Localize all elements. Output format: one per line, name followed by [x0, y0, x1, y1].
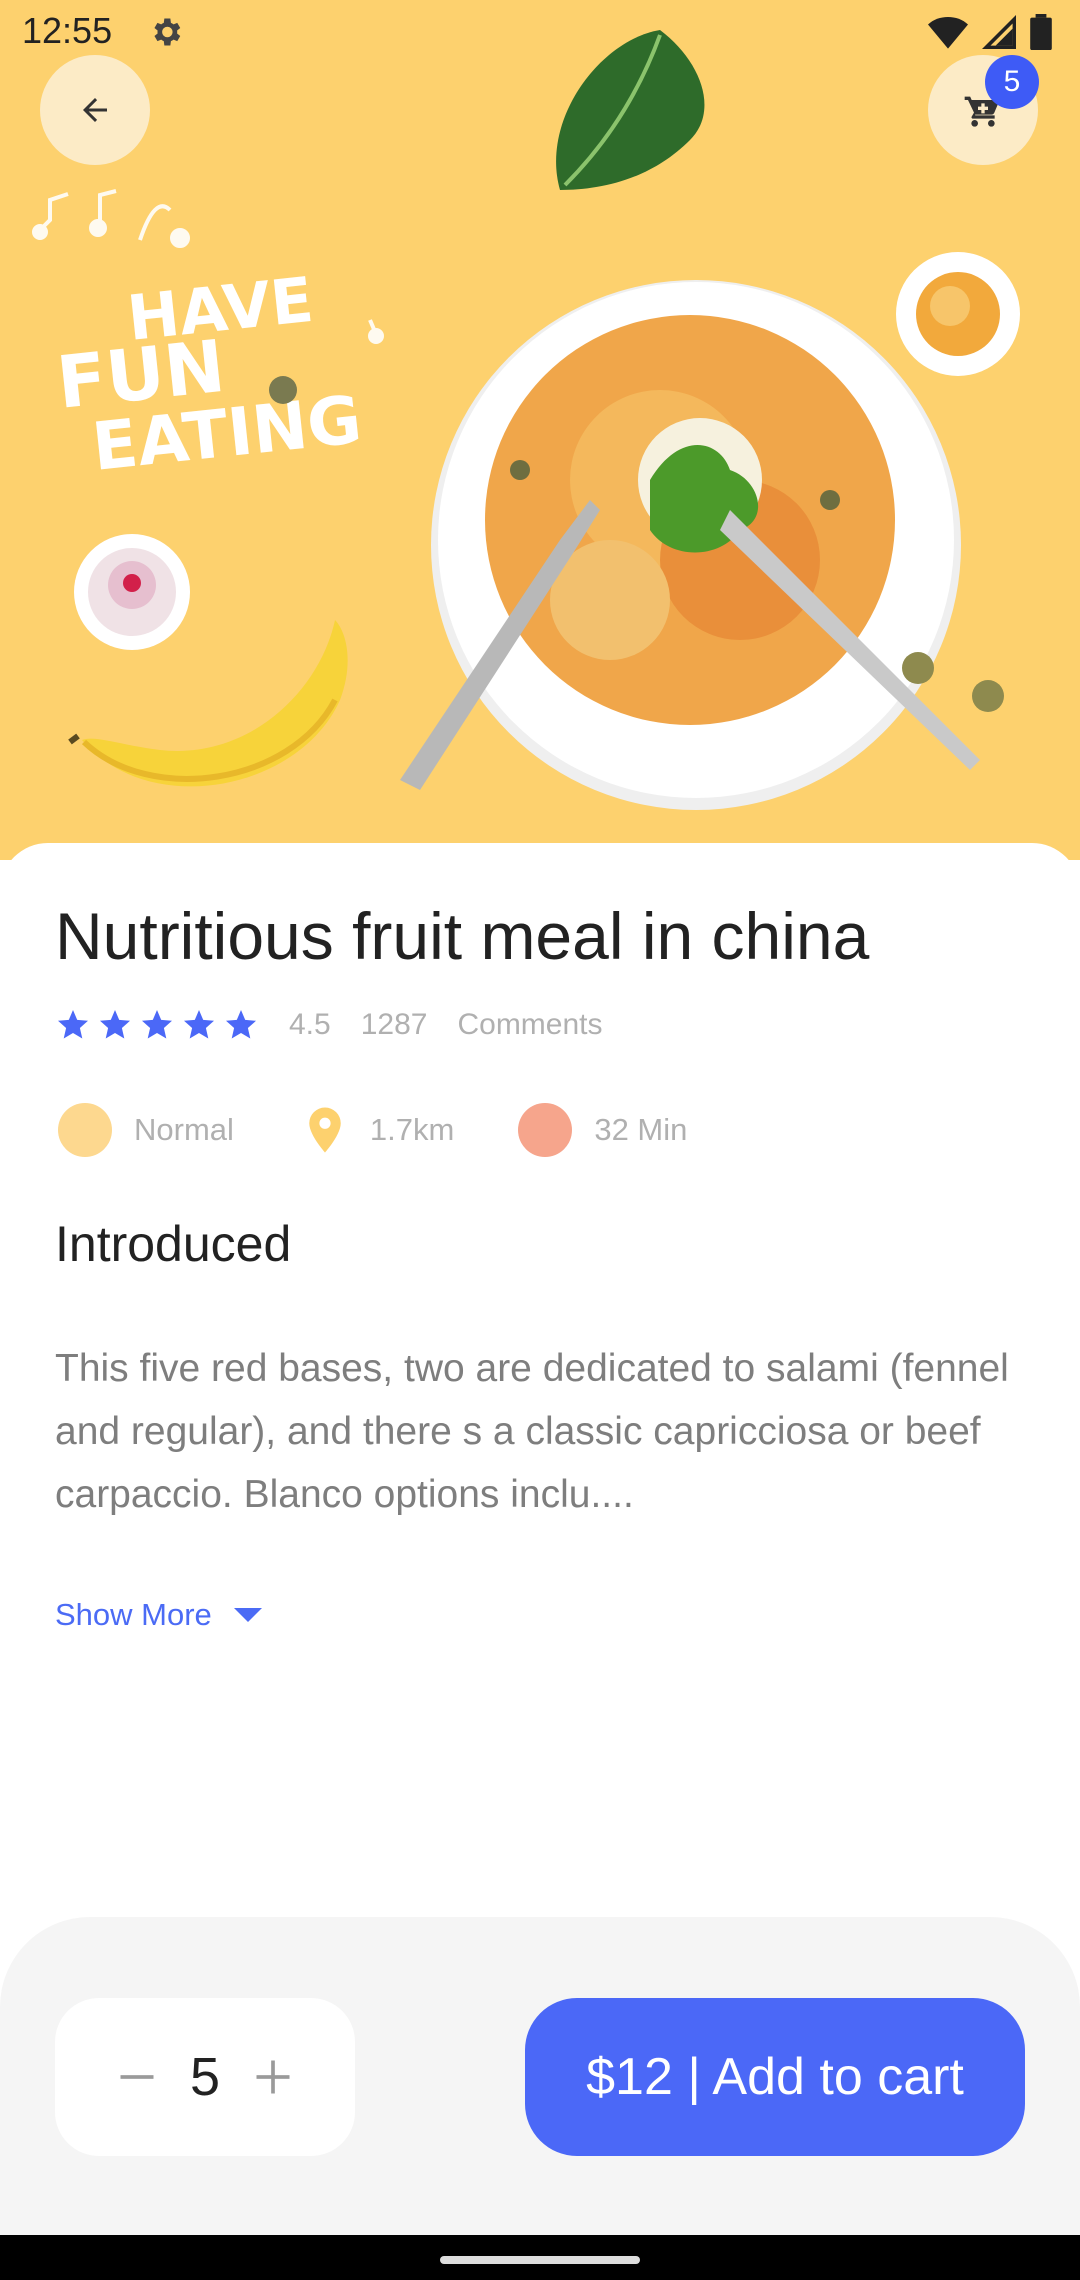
- comments-link[interactable]: Comments: [457, 1008, 602, 1042]
- distance-label: 1.7km: [369, 1112, 455, 1147]
- review-count: 1287: [360, 1008, 428, 1041]
- location-pin-icon: [309, 1107, 341, 1153]
- battery-icon: [1030, 14, 1052, 50]
- minus-icon[interactable]: [115, 2055, 159, 2099]
- intro-description: This five red bases, two are dedicated t…: [55, 1347, 1009, 1516]
- system-navigation-bar: [0, 2235, 1080, 2280]
- food-hero-image: HAVE FUN EATING: [32, 30, 1020, 810]
- status-time: 12:55: [22, 10, 113, 51]
- pasta-plate-graphic: [431, 280, 961, 810]
- status-bar: 12:55: [0, 0, 1080, 64]
- time-label: 32 Min: [594, 1112, 688, 1147]
- show-more-button[interactable]: Show More: [55, 1597, 262, 1633]
- quantity-value: 5: [189, 2047, 221, 2107]
- cart-count-badge: 5: [985, 55, 1039, 109]
- info-row: Normal 1.7km 32 Min: [58, 1100, 751, 1160]
- difficulty-info: Normal: [58, 1103, 234, 1157]
- star-icon: [58, 1010, 88, 1039]
- jam-bowl-graphic: [896, 252, 1020, 376]
- star-icon: [142, 1010, 172, 1039]
- product-title: Nutritious fruit meal in china: [55, 899, 870, 973]
- home-gesture-handle[interactable]: [440, 2256, 640, 2264]
- star-icon: [100, 1010, 130, 1039]
- hero-banner: HAVE FUN EATING 12:55 5: [0, 0, 1080, 860]
- time-dot-icon: [518, 1103, 573, 1157]
- difficulty-dot-icon: [58, 1103, 112, 1157]
- status-icons: [928, 14, 1052, 50]
- wifi-icon: [928, 17, 968, 49]
- difficulty-label: Normal: [134, 1112, 234, 1147]
- time-info: 32 Min: [518, 1103, 687, 1157]
- show-more-label: Show More: [55, 1597, 212, 1632]
- intro-heading: Introduced: [55, 1216, 292, 1272]
- distance-info: 1.7km: [298, 1103, 454, 1157]
- star-icon: [226, 1010, 256, 1039]
- plus-icon[interactable]: [251, 2055, 295, 2099]
- rating-row: 4.5 1287 Comments: [55, 1005, 633, 1045]
- star-icon: [184, 1010, 214, 1039]
- dessert-graphic: [74, 534, 190, 650]
- signal-icon: [982, 15, 1016, 49]
- back-button[interactable]: [40, 55, 150, 165]
- star-rating: [55, 1007, 259, 1043]
- settings-gear-icon: [154, 18, 181, 46]
- chevron-down-icon: [233, 1608, 262, 1622]
- rating-value: 4.5: [289, 1008, 331, 1041]
- quantity-stepper: 5: [55, 1998, 355, 2156]
- add-to-cart-button[interactable]: $12 | Add to cart: [525, 1998, 1025, 2156]
- hero-headline: HAVE FUN EATING: [53, 263, 365, 486]
- arrow-left-icon: [83, 98, 107, 122]
